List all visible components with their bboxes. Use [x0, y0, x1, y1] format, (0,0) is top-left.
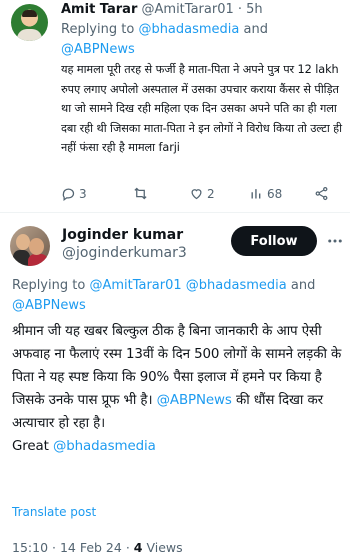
share-icon — [315, 186, 328, 201]
avatar-person-body — [28, 254, 48, 266]
reply-replying-to: Replying to @bhadasmedia and @ABPNews — [61, 20, 341, 60]
tweet-views-count: 4 — [133, 540, 143, 555]
reply-author-handle[interactable]: @AmitTarar01 — [142, 2, 234, 17]
more-options-icon[interactable] — [326, 232, 344, 250]
mention-link[interactable]: @bhadasmedia — [53, 439, 156, 454]
reply-tweet: Amit Tarar @AmitTarar01 · 5h Replying to… — [0, 0, 350, 212]
tweet-replying-to: Replying to @AmitTarar01 @bhadasmedia an… — [12, 276, 342, 315]
reply-count: 3 — [79, 186, 87, 201]
avatar-hair — [22, 10, 37, 17]
like-button[interactable]: 2 — [189, 186, 215, 201]
tweet-date[interactable]: 14 Feb 24 — [60, 540, 122, 555]
translate-post-link[interactable]: Translate post — [12, 505, 96, 519]
share-button[interactable] — [314, 186, 329, 201]
and-text: and — [243, 22, 268, 37]
action-bar: 3 2 68 — [61, 186, 336, 204]
avatar[interactable] — [10, 226, 50, 266]
mention-link[interactable]: @AmitTarar01 — [89, 278, 181, 293]
reply-text: यह मामला पूरी तरह से फर्जी है माता-पिता … — [61, 63, 342, 155]
views-icon — [251, 189, 261, 199]
mention-link[interactable]: @bhadasmedia — [186, 278, 287, 293]
heart-icon — [191, 189, 202, 200]
divider — [0, 212, 350, 213]
meta-separator: · — [121, 540, 134, 555]
tweet-author-handle[interactable]: @joginderkumar3 — [62, 245, 187, 261]
header-separator: · — [233, 2, 247, 17]
repost-button[interactable] — [133, 186, 148, 201]
mention-link[interactable]: @ABPNews — [12, 298, 86, 313]
avatar-person-face — [29, 238, 44, 255]
views-button[interactable]: 68 — [249, 186, 282, 201]
reply-time[interactable]: 5h — [246, 2, 263, 17]
mention-link[interactable]: @ABPNews — [157, 393, 232, 408]
replying-label: Replying to — [12, 278, 86, 293]
tweet-meta: 15:10 · 14 Feb 24 · 4 Views — [12, 540, 183, 555]
mention-link[interactable]: @ABPNews — [61, 42, 135, 57]
meta-separator: · — [48, 540, 60, 555]
avatar-person-face — [16, 234, 30, 250]
reply-button[interactable]: 3 — [61, 186, 87, 201]
mention-link[interactable]: @bhadasmedia — [138, 22, 239, 37]
reply-icon — [62, 188, 75, 201]
tweet-time[interactable]: 15:10 — [12, 540, 48, 555]
repost-icon — [134, 187, 147, 200]
avatar-shirt — [17, 29, 42, 41]
reply-author-name[interactable]: Amit Tarar — [61, 2, 137, 17]
follow-button[interactable]: Follow — [231, 226, 317, 256]
like-count: 2 — [207, 186, 215, 201]
and-text: and — [290, 278, 316, 293]
tweet-text-part: Great — [12, 439, 49, 455]
tweet-author-name[interactable]: Joginder kumar — [62, 227, 183, 243]
reply-header: Amit Tarar @AmitTarar01 · 5h — [61, 2, 263, 17]
tweet-text: श्रीमान जी यह खबर बिल्कुल ठीक है बिना जा… — [12, 320, 346, 459]
avatar[interactable] — [11, 4, 48, 41]
views-count: 68 — [267, 186, 283, 201]
replying-label: Replying to — [61, 22, 135, 37]
tweet-views-label: Views — [146, 540, 183, 555]
